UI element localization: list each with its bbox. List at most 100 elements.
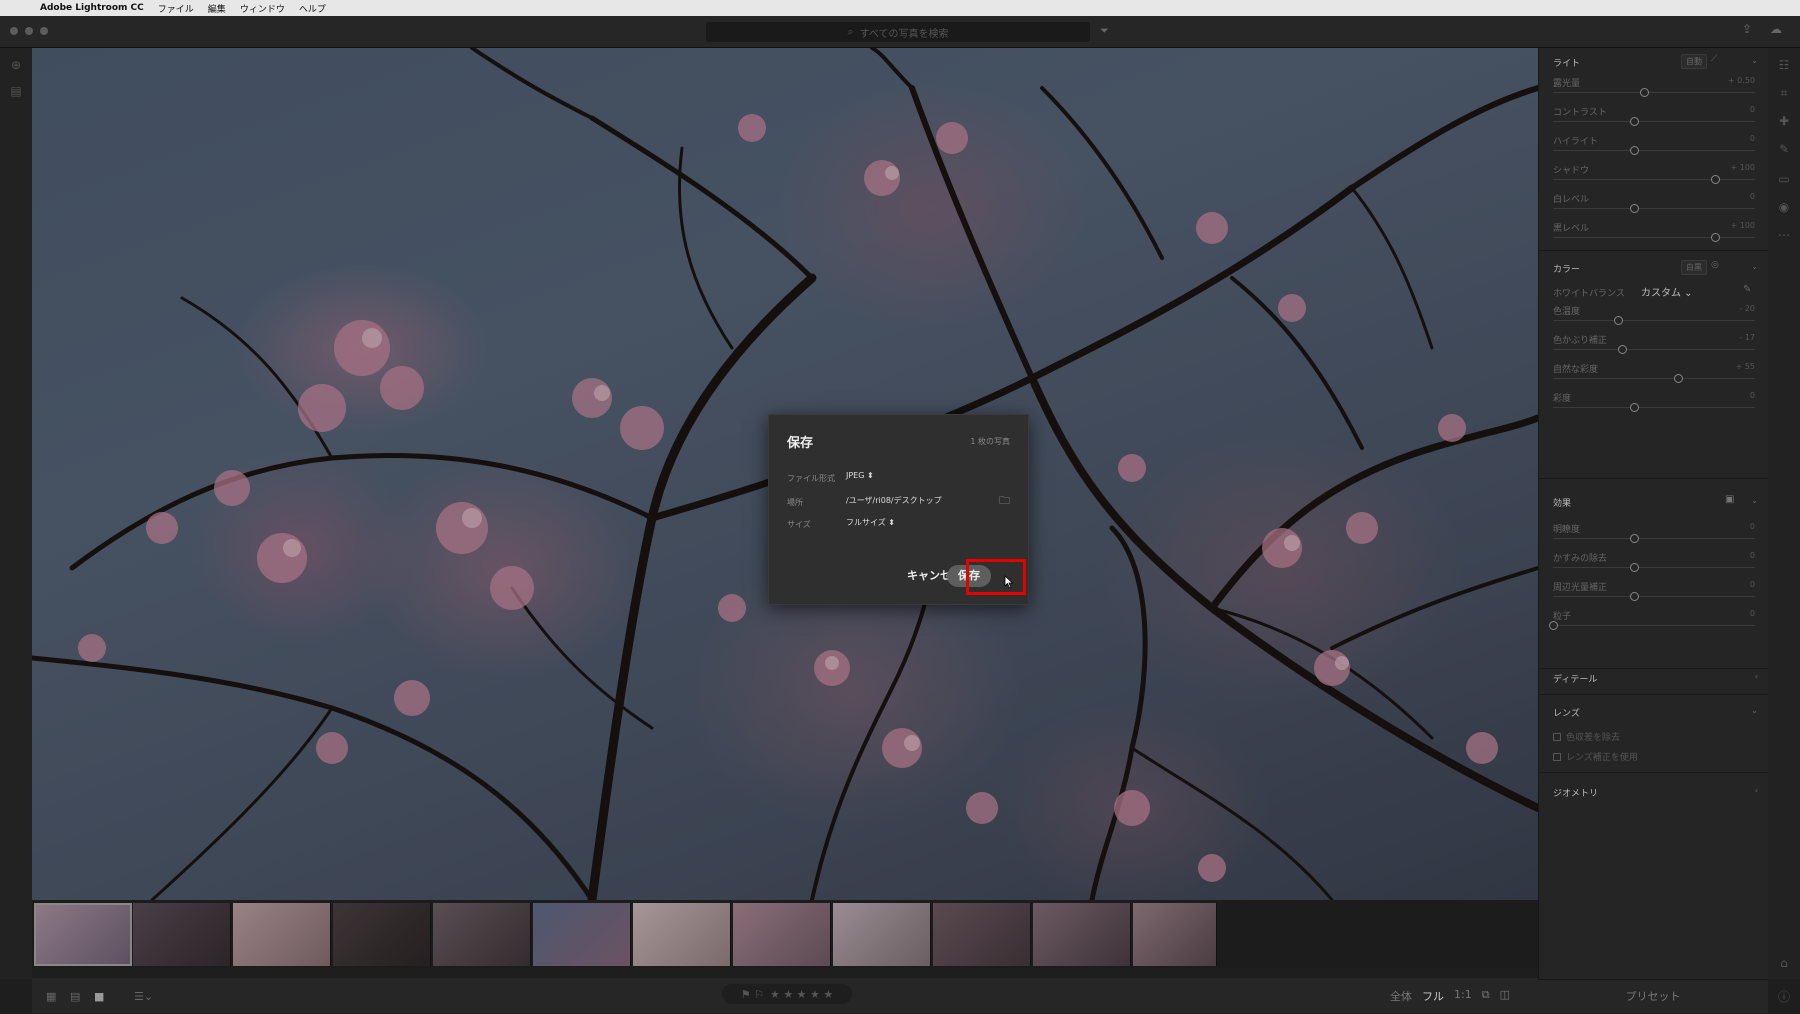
color-mixer-icon[interactable]: ◎ [1711,260,1719,270]
filmstrip-thumb-5[interactable] [433,903,531,966]
edit-sliders-icon[interactable]: ☷ [1776,58,1792,74]
radial-gradient-icon[interactable]: ◉ [1776,200,1792,216]
filter-icon[interactable]: ⏷ [1100,24,1109,38]
filmstrip-thumb-1[interactable] [34,903,132,966]
remove-chromatic-aberration-checkbox[interactable]: 色収差を除去 [1553,730,1620,743]
filmstrip-thumb-4[interactable] [333,903,431,966]
slider-light-0[interactable]: 露光量 + 0.50 [1553,76,1755,102]
crop-icon[interactable]: ⌗ [1776,86,1792,102]
brush-icon[interactable]: ✎ [1776,142,1792,158]
effects-collapse-icon[interactable]: ⌄ [1751,496,1758,505]
slider-color-0[interactable]: 色温度 - 20 [1553,304,1755,330]
color-collapse-icon[interactable]: ⌄ [1751,262,1758,271]
filmstrip-thumb-3[interactable] [233,903,331,966]
slider-effects-3[interactable]: 粒子 0 [1549,609,1755,635]
share-icon[interactable]: ⇪ [1742,22,1752,36]
library-icon[interactable]: ▤ [8,84,24,100]
slider-color-3[interactable]: 彩度 0 [1553,391,1755,417]
tone-curve-icon[interactable]: ⟋ [1711,54,1717,64]
compare-icon[interactable]: ⧉ [1482,988,1490,1004]
slider-track[interactable] [1553,150,1755,151]
light-collapse-icon[interactable]: ⌄ [1751,56,1758,65]
zoom-fill-button[interactable]: フル [1422,988,1444,1004]
close-window-button[interactable] [10,27,18,35]
slider-knob[interactable] [1629,204,1639,213]
slider-effects-0[interactable]: 明瞭度 0 [1553,522,1755,548]
slider-effects-2[interactable]: 周辺光量補正 0 [1553,580,1755,606]
slider-light-4[interactable]: 白レベル 0 [1553,192,1755,218]
vignette-preset-icon[interactable]: ▣ [1725,494,1734,505]
zoom-fit-button[interactable]: 全体 [1390,988,1412,1004]
detail-section-title[interactable]: ディテール [1553,672,1597,685]
slider-light-3[interactable]: シャドウ + 100 [1553,163,1755,189]
filmstrip-thumb-9[interactable] [833,903,931,966]
healing-brush-icon[interactable]: ✚ [1776,114,1792,130]
slider-light-5[interactable]: 黒レベル + 100 [1553,221,1755,247]
info-icon[interactable]: ⓘ [1776,988,1792,1004]
effects-section-title[interactable]: 効果 [1553,496,1571,509]
filmstrip-thumb-10[interactable] [933,903,1031,966]
slider-track[interactable] [1553,237,1755,238]
zoom-1to1-button[interactable]: 1:1 [1454,988,1472,1004]
slider-light-1[interactable]: コントラスト 0 [1553,105,1755,131]
menu-file[interactable]: ファイル [158,2,194,15]
slider-color-2[interactable]: 自然な彩度 + 55 [1553,362,1755,388]
flag-icon[interactable]: ⚑ ⚐ [741,988,764,1001]
sort-icon[interactable]: ☰⌄ [134,990,153,1003]
filmstrip-thumb-11[interactable] [1033,903,1131,966]
tag-icon[interactable]: ⌂ [1776,956,1792,972]
bw-button[interactable]: 白黒 [1681,260,1707,275]
wb-select[interactable]: カスタム ⌄ [1641,284,1693,299]
photo-grid-icon[interactable]: ▤ [70,990,80,1003]
slider-track[interactable] [1553,208,1755,209]
slider-knob[interactable] [1617,345,1627,354]
slider-track[interactable] [1553,92,1755,93]
slider-knob[interactable] [1613,316,1623,325]
color-section-title[interactable]: カラー [1553,262,1580,275]
slider-knob[interactable] [1629,146,1639,155]
slider-track[interactable] [1553,407,1755,408]
size-select[interactable]: フルサイズ ⬍ [846,517,895,528]
slider-knob[interactable] [1629,563,1639,572]
slider-knob[interactable] [1710,233,1720,242]
slider-track[interactable] [1553,596,1755,597]
slider-track[interactable] [1553,567,1755,568]
slider-track[interactable] [1553,625,1755,626]
slider-knob[interactable] [1639,88,1649,97]
light-section-title[interactable]: ライト [1553,56,1580,69]
minimize-window-button[interactable] [25,27,33,35]
format-select[interactable]: JPEG ⬍ [846,471,874,480]
detail-view-icon[interactable]: ■ [94,990,104,1003]
filmstrip-thumb-12[interactable] [1133,903,1217,966]
menu-window[interactable]: ウィンドウ [240,2,285,15]
slider-knob[interactable] [1629,534,1639,543]
slider-knob[interactable] [1629,117,1639,126]
filmstrip-thumb-7[interactable] [633,903,731,966]
detail-expand-icon[interactable]: ‹ [1755,672,1758,681]
slider-knob[interactable] [1674,374,1684,383]
square-grid-icon[interactable]: ▦ [46,990,56,1003]
slider-light-2[interactable]: ハイライト 0 [1553,134,1755,160]
slider-knob[interactable] [1710,175,1720,184]
search-input[interactable]: ⌕ すべての写真を検索 [706,22,1090,42]
panel-toggle-icon[interactable]: ◫ [1500,988,1510,1004]
slider-color-1[interactable]: 色かぶり補正 - 17 [1553,333,1755,359]
more-icon[interactable]: ⋯ [1776,228,1792,244]
linear-gradient-icon[interactable]: ▭ [1776,172,1792,188]
filmstrip-thumb-6[interactable] [533,903,631,966]
folder-icon[interactable]: 🗀 [999,492,1010,511]
slider-track[interactable] [1553,121,1755,122]
slider-track[interactable] [1553,349,1755,350]
geometry-expand-icon[interactable]: ‹ [1755,786,1758,795]
lens-correction-checkbox[interactable]: レンズ補正を使用 [1553,750,1638,763]
slider-track[interactable] [1553,378,1755,379]
filmstrip-thumb-8[interactable] [733,903,831,966]
add-photos-icon[interactable]: ⊕ [8,58,24,74]
slider-knob[interactable] [1549,621,1558,630]
light-auto-button[interactable]: 自動 [1681,54,1707,69]
lens-collapse-icon[interactable]: ⌄ [1751,706,1758,715]
slider-track[interactable] [1553,320,1755,321]
geometry-section-title[interactable]: ジオメトリ [1553,786,1598,799]
star-rating[interactable]: ★ ★ ★ ★ ★ [770,988,833,1001]
slider-track[interactable] [1553,538,1755,539]
